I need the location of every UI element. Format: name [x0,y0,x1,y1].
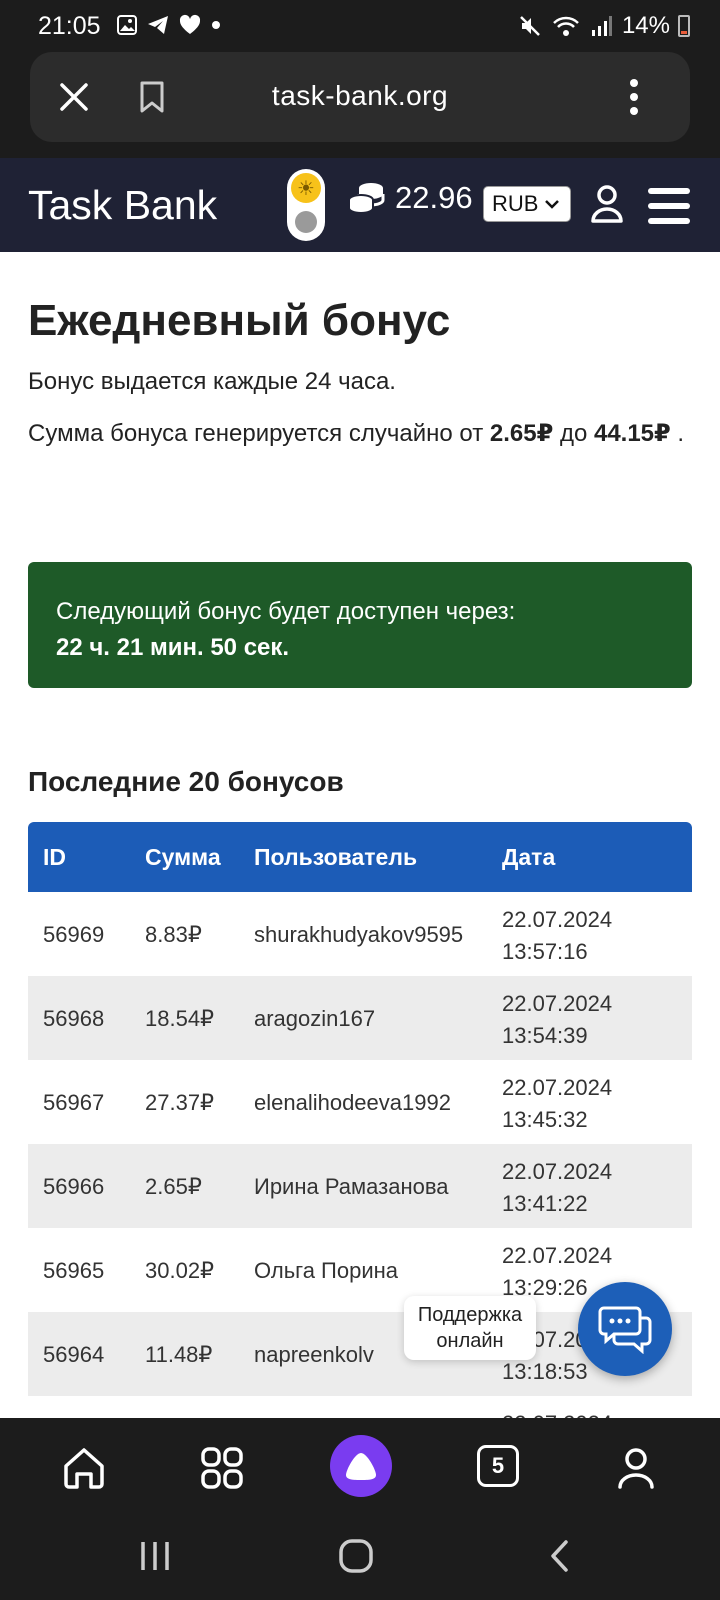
gallery-icon [117,15,137,35]
table-row: 22.07.2024 [28,1396,692,1418]
bonus-interval-text: Бонус выдается каждые 24 часа. [28,368,396,395]
page-title: Ежедневный бонус [28,296,451,345]
tabs-count-button[interactable]: 5 [477,1445,519,1487]
table-header: ID Сумма Пользователь Дата [28,822,692,892]
wifi-icon [553,16,579,36]
balance: 22.96 [347,180,473,216]
next-bonus-notice: Следующий бонус будет доступен через: 22… [28,562,692,688]
services-grid-icon[interactable] [196,1442,248,1494]
chevron-down-icon [545,200,560,209]
header-date: Дата [502,844,556,870]
screen: 21:05 14% task-bank.org Task Bank ☀ 22.9… [0,0,720,1600]
countdown-timer: 22 ч. 21 мин. 50 сек. [56,634,290,661]
header-user: Пользователь [254,844,418,870]
browser-bottom-nav: 5 [0,1418,720,1514]
toggle-knob [295,211,317,233]
sun-icon: ☀ [291,173,321,203]
telegram-icon [148,16,168,34]
header-sum: Сумма [145,844,221,870]
home-icon[interactable] [58,1442,110,1494]
system-icons: 14% [518,12,670,40]
user-icon[interactable] [590,184,624,229]
profile-icon[interactable] [610,1442,662,1494]
system-navigation-bar [0,1514,720,1600]
battery-text: 14% [621,12,670,39]
home-button-icon[interactable] [338,1538,374,1574]
battery-icon [678,15,690,37]
coins-icon [348,183,385,214]
main-content: Ежедневный бонус Бонус выдается каждые 2… [0,252,720,1418]
table-row: 56967 27.37₽ elenalihodeeva1992 22.07.20… [43,1075,613,1132]
table-row: 56969 8.83₽ shurakhudyakov9595 22.07.202… [43,907,613,964]
support-chat-label[interactable]: Поддержка онлайн [404,1296,536,1360]
dot-icon [212,21,220,29]
table-row: 56966 2.65₽ Ирина Рамазанова 22.07.2024 1… [28,1144,692,1228]
theme-toggle[interactable]: ☀ [287,169,325,241]
alice-assistant-icon[interactable] [330,1435,392,1497]
support-chat-button[interactable] [578,1282,672,1376]
recent-apps-icon[interactable] [138,1540,172,1572]
currency-select[interactable]: RUB [483,186,571,222]
section-title: Последние 20 бонусов [28,766,344,797]
balance-amount: 22.96 [395,180,473,215]
table-row: 56968 18.54₽ aragozin167 22.07.2024 13:54… [28,976,692,1060]
url-text[interactable]: task-bank.org [30,80,690,112]
min-amount: 2.65₽ [489,420,554,447]
status-time: 21:05 [38,12,101,40]
more-options-icon[interactable] [614,77,654,117]
status-bar: 21:05 14% [0,0,720,52]
browser-toolbar: task-bank.org [0,52,720,158]
max-amount: 44.15₽ [593,420,671,447]
site-header: Task Bank ☀ 22.96 RUB [0,158,720,252]
notice-text: Следующий бонус будет доступен через: [56,598,516,625]
mute-icon [520,16,540,36]
heart-icon [179,14,201,34]
signal-icon [591,16,612,36]
hamburger-menu-icon[interactable] [648,188,690,233]
notification-icons [116,14,222,36]
back-icon[interactable] [548,1538,572,1574]
header-id: ID [43,844,66,870]
address-bar[interactable]: task-bank.org [30,52,690,142]
chat-bubbles-icon [598,1306,652,1354]
site-logo[interactable]: Task Bank [28,182,217,229]
bonus-range-text: Сумма бонуса генерируется случайно от 2.… [28,420,685,447]
currency-value: RUB [492,191,539,216]
